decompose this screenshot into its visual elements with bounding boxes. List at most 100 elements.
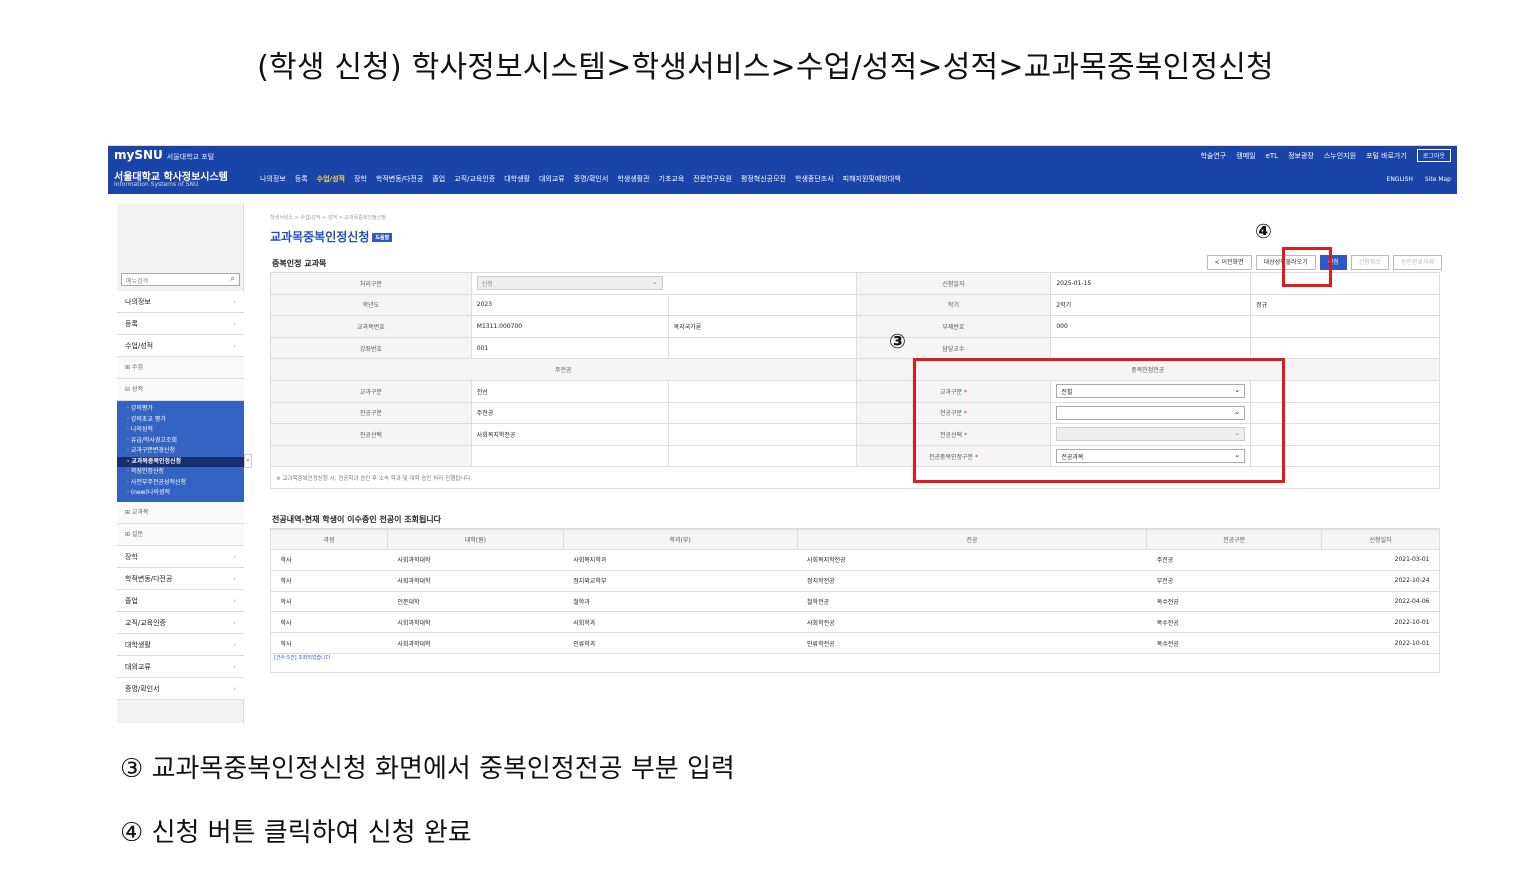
- sidebar-item[interactable]: 학적변동/다전공 ›: [117, 567, 244, 590]
- sidebar-menu: 나의정보 › 등록 › 수업/성적 › ⊞ 수업 ⊟ 성적 · 강의평가 · 강의초교 …: [117, 291, 244, 700]
- util-link-etl[interactable]: eTL: [1266, 152, 1278, 160]
- menu-item[interactable]: 장학: [354, 174, 367, 184]
- caption-step-4: ④ 신청 버튼 클릭하여 신청 완료: [120, 818, 472, 848]
- menu-item[interactable]: 피해지원및예방대책: [843, 174, 901, 184]
- sidebar-item-label: 졸업: [125, 596, 138, 605]
- menu-search-input[interactable]: 메뉴검색 ⌕: [121, 273, 240, 286]
- util-link-mail[interactable]: 캠메일: [1236, 151, 1255, 161]
- menu-item[interactable]: 학생생활관: [617, 174, 649, 184]
- sitemap-link[interactable]: Site Map: [1425, 176, 1451, 183]
- sidebar-sub-class[interactable]: ⊞ 수업: [117, 357, 244, 379]
- util-link-info[interactable]: 정보광장: [1288, 151, 1314, 161]
- sidebar-collapse-toggle[interactable]: «: [244, 454, 252, 468]
- chevron-right-icon: ›: [233, 342, 236, 350]
- util-link-support[interactable]: 스누인지원: [1324, 151, 1356, 161]
- menu-item[interactable]: 등록: [295, 174, 308, 184]
- language-links: ENGLISH Site Map: [1387, 176, 1451, 183]
- menu-item[interactable]: 나의정보: [260, 174, 286, 184]
- util-link-research[interactable]: 학술연구: [1200, 151, 1226, 161]
- sidebar-item-label: 학적변동/다전공: [125, 574, 173, 583]
- util-link-portal[interactable]: 포털 바로가기: [1366, 151, 1407, 161]
- sidebar-item[interactable]: 증명/확인서 ›: [117, 677, 244, 700]
- grade-menu-item[interactable]: · 교과구분변경신청: [117, 446, 244, 457]
- menu-item[interactable]: 대학생활: [504, 174, 530, 184]
- highlight-box-apply-button: [1282, 247, 1332, 287]
- grade-menu-item[interactable]: · 학점인정신청: [117, 467, 244, 478]
- logout-button[interactable]: 로그아웃: [1416, 149, 1451, 162]
- grade-menu-item[interactable]: · 유급/학사경고조회: [117, 436, 244, 447]
- sidebar-item-label: 나의정보: [125, 298, 151, 306]
- menu-item[interactable]: 전문연구요원: [693, 174, 732, 184]
- menu-item[interactable]: 학생종단조사: [795, 174, 834, 184]
- sidebar-item-label: 등록: [125, 320, 138, 328]
- search-icon[interactable]: ⌕: [230, 274, 235, 284]
- utility-links: 학술연구 캠메일 eTL 정보광장 스누인지원 포털 바로가기 로그아웃: [1200, 149, 1451, 162]
- chevron-right-icon: ›: [233, 662, 236, 671]
- sidebar-item[interactable]: 졸업 ›: [117, 589, 244, 612]
- sidebar-item-label: 장학: [125, 552, 138, 561]
- course-type-value: 전선: [470, 379, 669, 403]
- table-cell: 학사: [270, 611, 388, 634]
- major-list-body: 학사 사회과학대학 사회복지학과 사회복지학전공 주전공 2021-03-01 학사 사회과학…: [270, 549, 1440, 654]
- sidebar-sub-subject[interactable]: ⊞ 교과목: [117, 501, 244, 524]
- menu-item[interactable]: 평정혁신공모전: [741, 174, 786, 184]
- top-navigation-bar: mySNU 서울대학교 포털 서울대학교 학사정보시스템 Information …: [108, 146, 1457, 194]
- table-cell: 사회학전공: [797, 611, 1147, 634]
- table-cell: 인류학과: [563, 632, 798, 654]
- prev-screen-button[interactable]: < 이전화면: [1206, 255, 1252, 270]
- table-cell: 정치학전공: [797, 570, 1147, 592]
- process-type-select[interactable]: 신청 ⌄: [476, 276, 663, 291]
- grade-menu-item[interactable]: · 강의초교 평가: [117, 415, 244, 426]
- delete-approved-button[interactable]: 승인완료삭제: [1392, 255, 1442, 270]
- sidebar-item[interactable]: 대외교류 ›: [117, 655, 244, 678]
- table-cell: 사회과학대학: [387, 611, 564, 634]
- english-link[interactable]: ENGLISH: [1387, 176, 1413, 183]
- column-header: 과정: [270, 529, 388, 550]
- course-type-label: 교과구분: [270, 379, 472, 403]
- section-number-value: 000: [1050, 315, 1252, 338]
- major-type-label: 전공구분: [270, 401, 472, 425]
- help-button[interactable]: 도움말: [372, 233, 393, 242]
- table-cell: 철학전공: [797, 591, 1147, 613]
- menu-item[interactable]: 졸업: [432, 174, 445, 184]
- professor-label: 담당교수: [855, 336, 1052, 360]
- sidebar-sub-survey[interactable]: ⊞ 설문: [117, 523, 244, 546]
- column-header: 신청일자: [1321, 529, 1440, 550]
- menu-item[interactable]: 수업/성적: [317, 174, 345, 184]
- menu-item[interactable]: 대외교류: [539, 174, 565, 184]
- column-header: 학과(부): [562, 529, 798, 550]
- chevron-right-icon: ›: [233, 320, 236, 328]
- menu-item[interactable]: 기초교육: [659, 174, 685, 184]
- menu-item[interactable]: 증명/확인서: [574, 174, 609, 184]
- table-row[interactable]: 학사 인문대학 철학과 철학전공 복수전공 2022-04-06: [270, 591, 1440, 613]
- cancel-apply-button[interactable]: 신청취소: [1350, 255, 1389, 270]
- table-cell: 철학과: [563, 591, 798, 613]
- sidebar-item[interactable]: 장학 ›: [117, 545, 244, 568]
- table-row[interactable]: 학사 사회과학대학 인류학과 인류학전공 복수전공 2022-10-01: [270, 632, 1440, 654]
- sidebar-item-class-grade[interactable]: 수업/성적 ›: [117, 335, 244, 357]
- table-cell: 사회복지학전공: [797, 549, 1147, 571]
- grade-menu-item[interactable]: · 나의성적: [117, 425, 244, 436]
- process-type-label: 처리구분: [270, 272, 472, 295]
- sidebar-item[interactable]: 교직/교육인증 ›: [117, 611, 244, 634]
- year-value: 2023: [470, 293, 669, 317]
- menu-item[interactable]: 학적변동/다전공: [376, 174, 423, 184]
- table-row[interactable]: 학사 사회과학대학 정치외교학부 정치학전공 부전공 2022-10-24: [270, 570, 1440, 592]
- grade-menu-item[interactable]: · 강의평가: [117, 404, 244, 415]
- mysnu-logo[interactable]: mySNU 서울대학교 포털: [114, 148, 214, 162]
- grade-menu-item[interactable]: · (new)나의성적: [117, 488, 244, 499]
- sidebar-item-label: 증명/확인서: [125, 684, 160, 693]
- grade-menu-item[interactable]: · 교과목중복인정신청: [117, 456, 244, 467]
- sidebar-item-registration[interactable]: 등록 ›: [117, 313, 244, 335]
- grade-menu-item[interactable]: · 사전부주전공성적신청: [117, 478, 244, 489]
- sidebar-sub-grade[interactable]: ⊟ 성적: [117, 379, 244, 401]
- page-title-text: 교과목중복인정신청: [270, 230, 370, 244]
- menu-item[interactable]: 교직/교육인증: [454, 174, 495, 184]
- menu-search-placeholder: 메뉴검색: [126, 278, 149, 285]
- table-row[interactable]: 학사 사회과학대학 사회복지학과 사회복지학전공 주전공 2021-03-01: [270, 549, 1440, 571]
- system-name-en: Information Systems of SNU: [114, 181, 199, 188]
- table-row[interactable]: 학사 사회과학대학 사회학과 사회학전공 복수전공 2022-10-01: [270, 611, 1440, 634]
- chevron-right-icon: ›: [233, 618, 236, 627]
- sidebar-item[interactable]: 대학생활 ›: [117, 633, 244, 656]
- sidebar-item-myinfo[interactable]: 나의정보 ›: [117, 291, 244, 313]
